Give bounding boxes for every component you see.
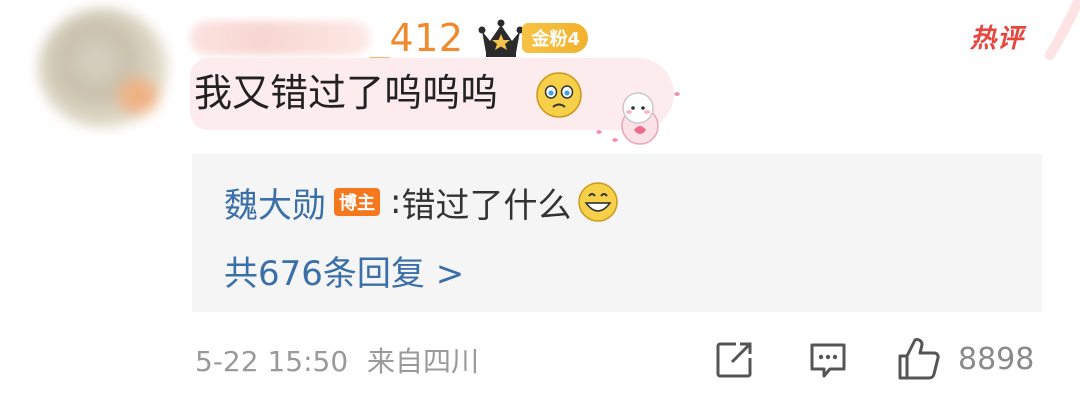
comment-text[interactable]: 我又错过了呜呜呜: [194, 74, 498, 112]
like-icon[interactable]: [896, 336, 942, 382]
reply-text: 错过了什么: [401, 185, 572, 226]
avatar[interactable]: [38, 8, 168, 128]
blogger-badge: 博主: [334, 188, 380, 216]
sad-emoji-icon: [536, 72, 582, 118]
share-edit-icon[interactable]: [714, 340, 754, 380]
view-all-replies-link[interactable]: 共676条回复 >: [224, 246, 464, 295]
hot-comment-badge: 热评: [970, 24, 1025, 54]
crown-icon: [478, 19, 524, 57]
like-count: 8898: [958, 342, 1035, 377]
fan-level-badge: 金粉4: [521, 23, 589, 53]
comment-meta: 5-22 15:50 来自四川: [195, 340, 479, 380]
sheep-sticker: [596, 92, 680, 145]
username-blurred[interactable]: [190, 21, 370, 55]
comment-timestamp: 5-22 15:50: [195, 345, 349, 378]
comment-icon[interactable]: [808, 340, 848, 380]
reply-author[interactable]: 魏大勋: [224, 178, 326, 227]
username[interactable]: _412: [370, 19, 464, 57]
comment-location: 来自四川: [367, 345, 480, 378]
reply-separator: :: [390, 182, 402, 222]
grin-emoji-icon: [578, 182, 619, 222]
reply-line: 魏大勋 博主 : 错过了什么: [224, 178, 619, 227]
